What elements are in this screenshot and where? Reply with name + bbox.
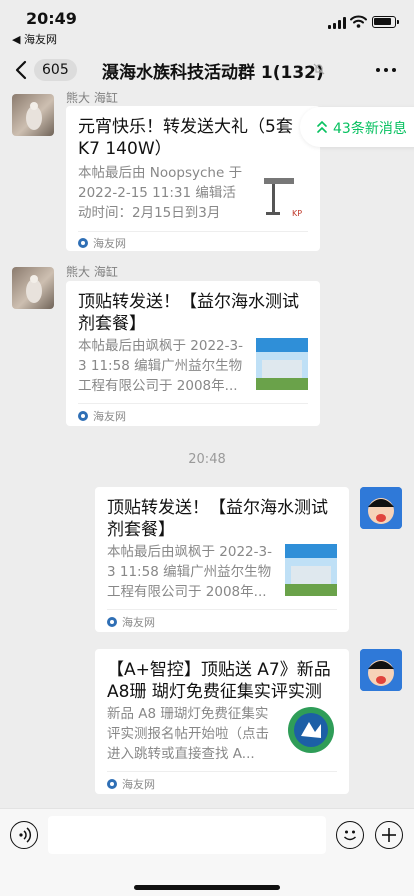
- source-logo-icon: [78, 238, 88, 248]
- card-thumbnail: [287, 706, 339, 758]
- input-bar: [0, 808, 414, 896]
- nav-bar: 605 滠海水族科技活动群 1(132): [0, 46, 414, 94]
- wifi-icon: [350, 15, 367, 28]
- card-description: 本帖最后由飒枫于 2022-3-3 11:58 编辑广州益尔生物工程有限公司于 …: [78, 338, 243, 394]
- unread-count-badge[interactable]: 605: [34, 59, 77, 81]
- divider: [78, 403, 308, 404]
- chat-title: 滠海水族科技活动群 1(132): [102, 63, 324, 83]
- new-messages-pill[interactable]: 43条新消息: [300, 107, 414, 147]
- status-bar: 20:49 ◀ 海友网: [0, 0, 414, 46]
- home-indicator[interactable]: [134, 885, 280, 890]
- divider: [107, 771, 337, 772]
- card-thumbnail: KP: [254, 170, 306, 222]
- card-source: 海友网: [107, 776, 155, 792]
- avatar[interactable]: [12, 267, 54, 309]
- link-card[interactable]: 顶贴转发送！【益尔海水测试剂套餐】 本帖最后由飒枫于 2022-3-3 11:5…: [66, 281, 320, 426]
- card-source: 海友网: [107, 614, 155, 630]
- card-source: 海友网: [78, 235, 126, 251]
- source-label: 海友网: [122, 778, 155, 791]
- sender-name: 熊大 海缸: [66, 91, 118, 105]
- card-thumbnail: [285, 544, 337, 596]
- avatar[interactable]: [360, 649, 402, 691]
- source-label: 海友网: [122, 616, 155, 629]
- message-input[interactable]: [48, 816, 326, 854]
- battery-icon: [372, 16, 399, 28]
- time-divider: 20:48: [188, 452, 226, 467]
- status-time: 20:49: [26, 9, 77, 28]
- source-logo-icon: [107, 779, 117, 789]
- source-logo-icon: [78, 411, 88, 421]
- card-description: 本帖最后由飒枫于 2022-3-3 11:58 编辑广州益尔生物工程有限公司于 …: [107, 544, 272, 600]
- voice-icon: [19, 827, 32, 843]
- voice-input-button[interactable]: [10, 821, 38, 849]
- mute-bell-icon: [313, 63, 325, 75]
- card-description: 本帖最后由 Noopsyche 于 2022-2-15 11:31 编辑活动时间…: [78, 165, 243, 221]
- card-title: 顶贴转发送！【益尔海水测试剂套餐】: [107, 498, 328, 540]
- new-messages-label: 43条新消息: [333, 121, 407, 137]
- kp-logo-text: KP: [292, 209, 302, 218]
- card-description: 新品 A8 珊瑚灯免费征集实评实测报名帖开始啦（点击进入跳转或直接查找 A...: [107, 706, 269, 762]
- link-card[interactable]: 【A+智控】顶贴送 A7》新品 A8珊 瑚灯免费征集实评实测 新品 A8 珊瑚灯…: [95, 649, 349, 794]
- back-chevron-icon[interactable]: [14, 60, 28, 80]
- avatar[interactable]: [12, 94, 54, 136]
- source-logo-icon: [107, 617, 117, 627]
- card-title: 元宵快乐！转发送大礼（5套 K7 140W）: [78, 117, 293, 159]
- emoji-icon: [343, 830, 357, 841]
- back-to-app-link[interactable]: ◀ 海友网: [12, 31, 57, 47]
- card-title: 【A+智控】顶贴送 A7》新品 A8珊 瑚灯免费征集实评实测: [107, 660, 331, 702]
- plus-icon: [382, 828, 396, 842]
- double-chevron-up-icon: [317, 120, 327, 133]
- divider: [78, 231, 308, 232]
- signal-icon: [328, 17, 346, 29]
- avatar[interactable]: [360, 487, 402, 529]
- card-source: 海友网: [78, 408, 126, 424]
- divider: [107, 609, 337, 610]
- link-card[interactable]: 顶贴转发送！【益尔海水测试剂套餐】 本帖最后由飒枫于 2022-3-3 11:5…: [95, 487, 349, 632]
- emoji-button[interactable]: [336, 821, 364, 849]
- source-label: 海友网: [93, 237, 126, 250]
- card-thumbnail: [256, 338, 308, 390]
- more-dots-icon[interactable]: [376, 68, 396, 72]
- card-title: 顶贴转发送！【益尔海水测试剂套餐】: [78, 292, 299, 334]
- sender-name: 熊大 海缸: [66, 265, 118, 279]
- plus-button[interactable]: [375, 821, 403, 849]
- source-label: 海友网: [93, 410, 126, 423]
- link-card[interactable]: 元宵快乐！转发送大礼（5套 K7 140W） 本帖最后由 Noopsyche 于…: [66, 106, 320, 251]
